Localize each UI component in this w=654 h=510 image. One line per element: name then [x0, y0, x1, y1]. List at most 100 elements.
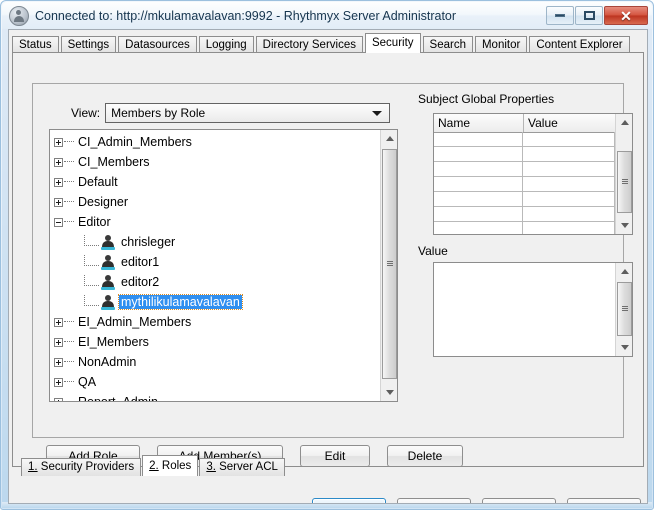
expand-plus-icon[interactable]: [54, 377, 63, 387]
tree-item-ei-members[interactable]: EI_Members: [54, 332, 380, 352]
ok-button[interactable]: OK: [312, 498, 386, 504]
close-dialog-button[interactable]: Close: [397, 498, 471, 503]
cell-name[interactable]: [434, 192, 524, 206]
scroll-up-arrow-icon[interactable]: [616, 263, 632, 280]
scroll-up-arrow-icon[interactable]: [616, 114, 632, 131]
tree-item-editor[interactable]: Editor: [54, 212, 380, 232]
delete-button[interactable]: Delete: [387, 445, 463, 467]
table-row[interactable]: [434, 147, 615, 162]
tree-item-ci-members[interactable]: CI_Members: [54, 152, 380, 172]
expand-plus-icon[interactable]: [54, 157, 63, 167]
subtab-security-providers[interactable]: 1. Security Providers: [21, 458, 142, 476]
tab-datasources[interactable]: Datasources: [118, 36, 197, 53]
scrollbar-grip-icon: [622, 306, 628, 312]
subtab-roles[interactable]: 2. Roles: [142, 455, 199, 476]
tree-item-label: Default: [78, 175, 118, 189]
title-bar[interactable]: Connected to: http://mkulamavalavan:9992…: [2, 2, 652, 29]
tab-directory-services[interactable]: Directory Services: [255, 36, 363, 53]
table-row[interactable]: [434, 132, 615, 147]
tab-settings-label: Settings: [67, 39, 110, 51]
tree-item-label: mythilikulamavalavan: [118, 294, 243, 310]
expand-plus-icon[interactable]: [54, 397, 63, 401]
subtab-server-acl-num: 3.: [206, 461, 216, 473]
expand-plus-icon[interactable]: [54, 317, 63, 327]
expand-plus-icon[interactable]: [54, 337, 63, 347]
edit-button[interactable]: Edit: [300, 445, 370, 467]
cell-name[interactable]: [434, 147, 524, 161]
table-row[interactable]: [434, 222, 615, 234]
expand-plus-icon[interactable]: [54, 357, 63, 367]
table-row[interactable]: [434, 207, 615, 222]
tab-settings[interactable]: Settings: [60, 36, 117, 53]
tree-item-label: Designer: [78, 195, 129, 209]
tree-item-report-admin[interactable]: Report_Admin: [54, 392, 380, 401]
cell-value[interactable]: [523, 207, 615, 221]
tree-connector: [84, 234, 99, 246]
tab-logging[interactable]: Logging: [198, 36, 254, 53]
expand-plus-icon[interactable]: [54, 177, 63, 187]
column-header-name[interactable]: Name: [434, 114, 524, 132]
properties-scrollbar-thumb[interactable]: [617, 151, 632, 213]
scroll-down-arrow-icon[interactable]: [381, 384, 397, 401]
tree-scrollbar-thumb[interactable]: [382, 149, 397, 379]
tab-status[interactable]: Status: [12, 36, 59, 53]
properties-grid[interactable]: Name Value: [433, 113, 633, 235]
maximize-button[interactable]: [575, 6, 603, 25]
scroll-down-arrow-icon[interactable]: [616, 217, 632, 234]
tree-item-editor2[interactable]: editor2: [54, 272, 380, 292]
roles-tree[interactable]: CI_Admin_Members CI_Members Default Desi…: [49, 129, 398, 402]
tree-item-ci-admin-members[interactable]: CI_Admin_Members: [54, 132, 380, 152]
help-button[interactable]: Help: [567, 498, 641, 503]
value-vertical-scrollbar[interactable]: [615, 263, 632, 356]
view-select[interactable]: Members by Role: [105, 103, 391, 123]
cell-name[interactable]: [434, 207, 524, 221]
cell-value[interactable]: [523, 177, 615, 191]
tree-item-designer[interactable]: Designer: [54, 192, 380, 212]
expand-plus-icon[interactable]: [54, 197, 63, 207]
user-circle-icon: [9, 5, 29, 26]
tree-item-nonadmin[interactable]: NonAdmin: [54, 352, 380, 372]
scroll-up-arrow-icon[interactable]: [381, 130, 397, 147]
cell-value[interactable]: [523, 222, 615, 234]
subtab-security-providers-num: 1.: [28, 461, 38, 473]
cell-name[interactable]: [434, 222, 524, 234]
cell-name[interactable]: [434, 132, 524, 146]
tree-item-mythilikulamavalavan[interactable]: mythilikulamavalavan: [54, 292, 380, 312]
properties-grid-header: Name Value: [434, 114, 632, 133]
value-scrollbar-thumb[interactable]: [617, 282, 632, 336]
minimize-button[interactable]: [546, 6, 574, 25]
subtab-server-acl[interactable]: 3. Server ACL: [199, 458, 285, 476]
tree-item-qa[interactable]: QA: [54, 372, 380, 392]
tab-content-explorer[interactable]: Content Explorer: [529, 36, 630, 53]
close-button[interactable]: ✕: [604, 6, 648, 25]
cell-value[interactable]: [523, 147, 615, 161]
cell-name[interactable]: [434, 162, 524, 176]
tree-item-editor1[interactable]: editor1: [54, 252, 380, 272]
properties-vertical-scrollbar[interactable]: [615, 114, 632, 234]
tab-search-label: Search: [429, 39, 466, 51]
tab-security[interactable]: Security: [364, 33, 421, 53]
tree-vertical-scrollbar[interactable]: [380, 130, 397, 401]
cell-value[interactable]: [523, 192, 615, 206]
table-row[interactable]: [434, 192, 615, 207]
scroll-down-arrow-icon[interactable]: [616, 339, 632, 356]
tree-item-chrisleger[interactable]: chrisleger: [54, 232, 380, 252]
value-textarea[interactable]: [433, 262, 633, 357]
apply-button[interactable]: Apply: [482, 498, 556, 503]
tree-connector: [84, 274, 99, 286]
collapse-minus-icon[interactable]: [54, 217, 63, 227]
tree-item-ei-admin-members[interactable]: EI_Admin_Members: [54, 312, 380, 332]
expand-plus-icon[interactable]: [54, 137, 63, 147]
cell-value[interactable]: [523, 162, 615, 176]
table-row[interactable]: [434, 177, 615, 192]
ok-label: OK: [340, 503, 357, 504]
tab-search[interactable]: Search: [422, 36, 473, 53]
cell-name[interactable]: [434, 177, 524, 191]
cell-value[interactable]: [523, 132, 615, 146]
table-row[interactable]: [434, 162, 615, 177]
column-header-value[interactable]: Value: [524, 114, 617, 132]
tab-security-label: Security: [371, 37, 414, 49]
tree-item-default[interactable]: Default: [54, 172, 380, 192]
tab-monitor[interactable]: Monitor: [474, 36, 528, 53]
scrollbar-grip-icon: [622, 179, 628, 185]
